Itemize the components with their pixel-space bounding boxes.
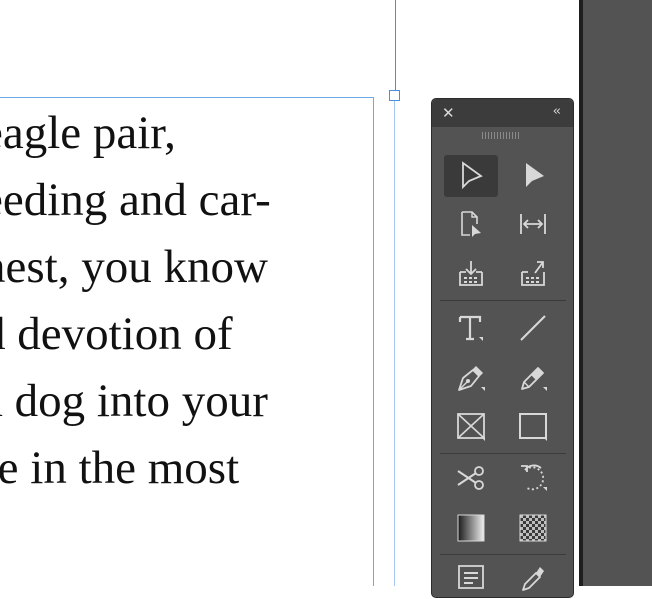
text-line: re in the most — [0, 442, 240, 494]
rectangle-frame-tool[interactable] — [444, 405, 498, 447]
collapse-panel-icon[interactable]: ‹‹ — [553, 103, 562, 121]
content-placer-tool[interactable] — [506, 253, 560, 295]
text-line: d devotion of — [0, 308, 233, 360]
eyedropper-tool[interactable] — [506, 557, 560, 599]
scissors-icon — [457, 466, 484, 490]
pen-icon — [458, 365, 485, 391]
close-icon[interactable]: ✕ — [442, 104, 455, 122]
rectangle-frame-icon — [457, 413, 485, 441]
gradient-swatch-tool[interactable] — [444, 507, 498, 549]
selection-tool[interactable] — [444, 155, 498, 197]
direct-selection-arrow-icon — [526, 163, 544, 187]
rectangle-tool[interactable] — [506, 405, 560, 447]
text-line: eeding and car- — [0, 174, 271, 226]
rotate-icon — [521, 464, 547, 491]
content-collector-icon — [459, 261, 483, 286]
type-icon — [458, 315, 483, 341]
note-icon — [458, 565, 484, 589]
tool-group-divider — [440, 554, 566, 555]
pasteboard — [583, 0, 652, 586]
direct-selection-tool[interactable] — [506, 155, 560, 197]
pencil-icon — [521, 367, 547, 391]
pen-tool[interactable] — [444, 357, 498, 399]
eyedropper-icon — [522, 567, 544, 591]
gradient-icon — [457, 514, 485, 542]
note-tool[interactable] — [444, 557, 498, 599]
text-line: eagle pair, — [0, 107, 176, 159]
gradient-feather-tool[interactable] — [506, 507, 560, 549]
story-text[interactable]: eagle pair, eeding and car- nest, you kn… — [0, 100, 372, 502]
type-tool[interactable] — [444, 307, 498, 349]
panel-header[interactable]: ✕ ‹‹ — [432, 99, 573, 127]
column-guide — [394, 97, 395, 586]
margin-guide — [395, 0, 396, 97]
page-tool-icon — [461, 211, 481, 237]
content-placer-icon — [521, 261, 545, 286]
rectangle-icon — [519, 413, 547, 441]
tool-group-divider — [440, 453, 566, 454]
gap-tool[interactable] — [506, 203, 560, 245]
text-line: a dog into your — [0, 375, 268, 427]
pencil-tool[interactable] — [506, 357, 560, 399]
scissors-tool[interactable] — [444, 457, 498, 499]
content-collector-tool[interactable] — [444, 253, 498, 295]
gradient-feather-icon — [519, 514, 547, 542]
line-icon — [520, 315, 546, 341]
line-tool[interactable] — [506, 307, 560, 349]
tools-panel: ✕ ‹‹ — [431, 98, 574, 598]
text-line: nest, you know — [0, 241, 268, 293]
free-transform-tool[interactable] — [506, 457, 560, 499]
frame-resize-handle[interactable] — [389, 90, 400, 101]
gap-tool-icon — [520, 214, 546, 234]
tool-group-divider — [440, 300, 566, 301]
page-tool[interactable] — [444, 203, 498, 245]
selection-arrow-icon — [462, 161, 483, 190]
panel-grip[interactable] — [482, 132, 520, 139]
